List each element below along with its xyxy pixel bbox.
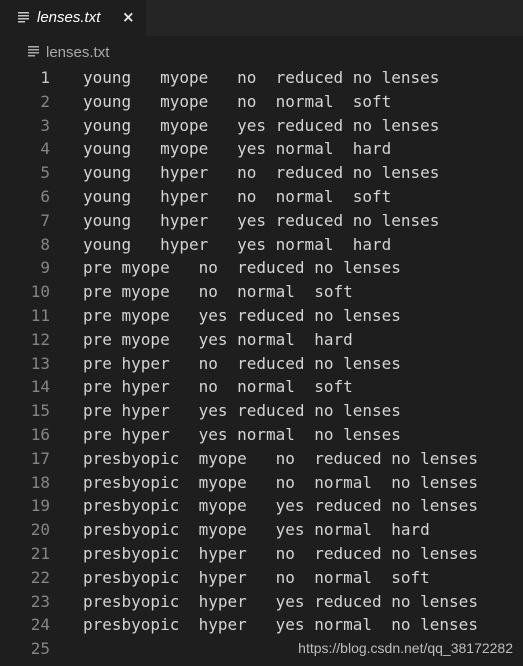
lines-icon xyxy=(28,46,39,57)
line-text: young myope yes normal hard xyxy=(83,139,392,159)
code-line[interactable]: 23 presbyopic hyper yes reduced no lenses xyxy=(0,590,523,614)
line-number: 21 xyxy=(30,544,50,563)
code-line[interactable]: 17 presbyopic myope no reduced no lenses xyxy=(0,447,523,471)
line-text: young hyper no normal soft xyxy=(83,187,392,206)
code-line[interactable]: 9 pre myope no reduced no lenses xyxy=(0,256,523,280)
code-line[interactable]: 1 young myope no reduced no lenses xyxy=(0,66,523,90)
line-number: 2 xyxy=(40,91,50,111)
code-line[interactable]: 21 presbyopic hyper no reduced no lenses xyxy=(0,542,523,566)
code-line[interactable]: 16 pre hyper yes normal no lenses xyxy=(0,423,523,447)
lines-icon xyxy=(18,12,29,23)
line-text: pre hyper no reduced no lenses xyxy=(83,353,401,373)
code-line[interactable]: 8 young hyper yes normal hard xyxy=(0,233,523,257)
line-text: presbyopic myope yes reduced no lenses xyxy=(83,496,478,516)
breadcrumb: lenses.txt xyxy=(0,36,523,65)
line-text: young myope no normal soft xyxy=(83,91,392,111)
code-line[interactable]: 22 presbyopic hyper no normal soft xyxy=(0,566,523,590)
tab-title: lenses.txt xyxy=(37,9,101,26)
code-line[interactable]: 2 young myope no normal soft xyxy=(0,90,523,114)
line-text: presbyopic hyper no reduced no lenses xyxy=(83,544,478,563)
code-line[interactable]: 12 pre myope yes normal hard xyxy=(0,328,523,352)
line-text: pre hyper yes reduced no lenses xyxy=(83,401,401,421)
line-text: presbyopic myope yes normal hard xyxy=(83,520,430,540)
tab-bar: lenses.txt × xyxy=(0,0,523,36)
line-text: young myope yes reduced no lenses xyxy=(83,115,440,135)
line-text: young hyper yes normal hard xyxy=(83,234,392,254)
line-text: pre myope no normal soft xyxy=(83,282,353,302)
line-number: 12 xyxy=(30,329,50,349)
line-text: presbyopic hyper no normal soft xyxy=(83,567,430,587)
code-line[interactable]: 6 young hyper no normal soft xyxy=(0,185,523,209)
close-icon[interactable]: × xyxy=(122,8,135,26)
tab-lenses-txt[interactable]: lenses.txt × xyxy=(0,0,146,36)
code-line[interactable]: 18 presbyopic myope no normal no lenses xyxy=(0,471,523,495)
line-number: 8 xyxy=(40,234,50,254)
line-number: 10 xyxy=(30,282,50,302)
line-number: 17 xyxy=(30,448,50,468)
line-text: pre myope yes normal hard xyxy=(83,329,353,349)
code-line[interactable]: 20 presbyopic myope yes normal hard xyxy=(0,518,523,542)
code-line[interactable]: 10 pre myope no normal soft xyxy=(0,280,523,304)
line-number: 15 xyxy=(30,401,50,421)
line-text: pre hyper no normal soft xyxy=(83,377,353,397)
text-editor[interactable]: 1 young myope no reduced no lenses 2 young … xyxy=(0,66,523,666)
code-line[interactable]: 24 presbyopic hyper yes normal no lenses xyxy=(0,613,523,637)
code-line[interactable]: 15 pre hyper yes reduced no lenses xyxy=(0,399,523,423)
code-line[interactable]: 14 pre hyper no normal soft xyxy=(0,375,523,399)
code-line[interactable]: 19 presbyopic myope yes reduced no lenses xyxy=(0,494,523,518)
code-line[interactable]: 4 young myope yes normal hard xyxy=(0,137,523,161)
line-number: 11 xyxy=(30,306,50,325)
line-text: pre hyper yes normal no lenses xyxy=(83,425,401,444)
line-text: pre myope no reduced no lenses xyxy=(83,258,401,278)
line-number: 20 xyxy=(30,520,50,540)
line-number: 25 xyxy=(30,639,50,659)
line-number: 3 xyxy=(40,115,50,135)
line-text: young hyper no reduced no lenses xyxy=(83,163,440,183)
line-number: 4 xyxy=(40,139,50,159)
line-text: young myope no reduced no lenses xyxy=(83,68,440,87)
line-number: 13 xyxy=(30,353,50,373)
line-text: presbyopic myope no reduced no lenses xyxy=(83,448,478,468)
line-number: 24 xyxy=(30,615,50,635)
line-number: 19 xyxy=(30,496,50,516)
code-line[interactable]: 7 young hyper yes reduced no lenses xyxy=(0,209,523,233)
line-number: 5 xyxy=(40,163,50,183)
line-text: young hyper yes reduced no lenses xyxy=(83,210,440,230)
line-number: 6 xyxy=(40,187,50,206)
code-line[interactable]: 5 young hyper no reduced no lenses xyxy=(0,161,523,185)
line-number: 23 xyxy=(30,591,50,611)
watermark: https://blog.csdn.net/qq_38172282 xyxy=(298,640,513,656)
code-line[interactable]: 3 young myope yes reduced no lenses xyxy=(0,114,523,138)
line-number: 18 xyxy=(30,472,50,492)
line-number: 14 xyxy=(30,377,50,397)
line-number: 9 xyxy=(40,258,50,278)
line-number: 1 xyxy=(40,68,50,87)
line-number: 16 xyxy=(30,425,50,444)
code-line[interactable]: 13 pre hyper no reduced no lenses xyxy=(0,352,523,376)
line-number: 7 xyxy=(40,210,50,230)
line-text: presbyopic hyper yes reduced no lenses xyxy=(83,591,478,611)
breadcrumb-file[interactable]: lenses.txt xyxy=(46,44,109,61)
line-number: 22 xyxy=(30,567,50,587)
line-text: presbyopic myope no normal no lenses xyxy=(83,472,478,492)
line-text: pre myope yes reduced no lenses xyxy=(83,306,401,325)
code-line[interactable]: 11 pre myope yes reduced no lenses xyxy=(0,304,523,328)
line-text: presbyopic hyper yes normal no lenses xyxy=(83,615,478,635)
